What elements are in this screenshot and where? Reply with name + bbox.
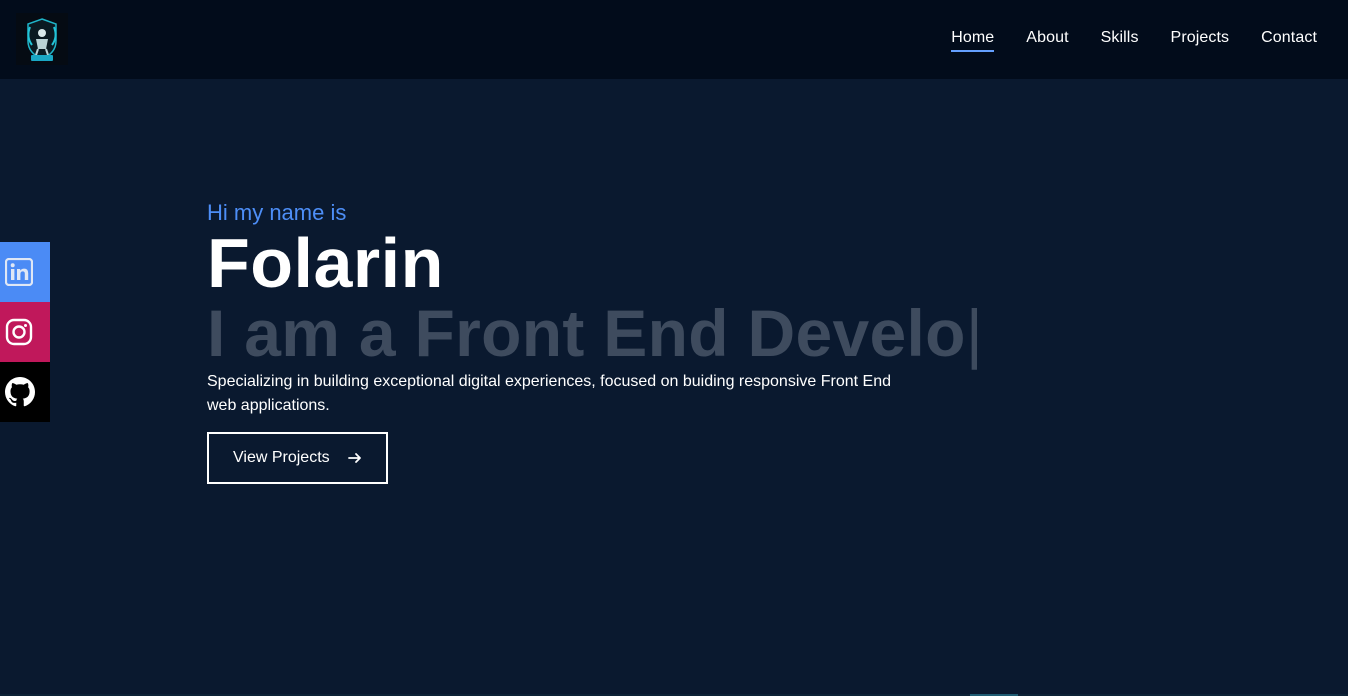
social-instagram-link[interactable] xyxy=(0,302,50,362)
nav-link-home[interactable]: Home xyxy=(951,28,995,52)
hero-name: Folarin xyxy=(207,224,444,302)
logo-emblem-icon xyxy=(16,13,68,65)
logo[interactable] xyxy=(16,13,68,65)
social-sidebar xyxy=(0,242,50,422)
nav-link-about[interactable]: About xyxy=(1026,28,1068,52)
linkedin-icon xyxy=(5,258,33,286)
social-github-link[interactable] xyxy=(0,362,50,422)
view-projects-button[interactable]: View Projects xyxy=(207,432,388,484)
social-linkedin-link[interactable] xyxy=(0,242,50,302)
typing-cursor: | xyxy=(965,296,984,370)
nav-links: Home About Skills Projects Contact xyxy=(951,28,1317,52)
nav-link-contact[interactable]: Contact xyxy=(1261,28,1317,52)
navbar: Home About Skills Projects Contact xyxy=(0,0,1348,79)
hero-typed-title: I am a Front End Develo| xyxy=(207,298,1107,368)
nav-link-skills[interactable]: Skills xyxy=(1101,28,1139,52)
page: Home About Skills Projects Contact Hi my… xyxy=(0,0,1348,696)
arrow-right-icon xyxy=(347,449,362,467)
hero-description: Specializing in building exceptional dig… xyxy=(207,373,891,414)
view-projects-label: View Projects xyxy=(233,449,330,466)
instagram-icon xyxy=(5,318,33,346)
nav-link-projects[interactable]: Projects xyxy=(1171,28,1230,52)
typed-text: I am a Front End Develo xyxy=(207,296,966,370)
hero-section: Hi my name is Folarin I am a Front End D… xyxy=(207,198,1107,484)
github-icon xyxy=(5,377,35,407)
